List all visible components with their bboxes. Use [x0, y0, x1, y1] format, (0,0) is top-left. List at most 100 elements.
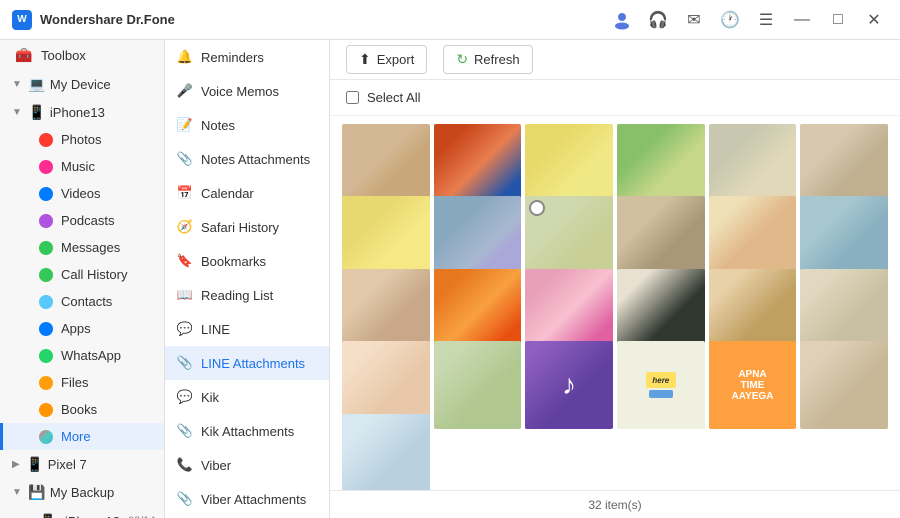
- viber-attachments-icon: 📎: [177, 491, 193, 507]
- calendar-icon: 📅: [177, 185, 193, 201]
- reading-list-icon: 📖: [177, 287, 193, 303]
- middle-label-reminders: Reminders: [201, 50, 264, 65]
- messages-dot: [39, 241, 53, 255]
- sidebar-item-music[interactable]: Music: [0, 153, 164, 180]
- sidebar-item-videos[interactable]: Videos: [0, 180, 164, 207]
- sidebar-label-my-backup: My Backup: [50, 485, 114, 500]
- middle-item-line[interactable]: 💬 LINE: [165, 312, 329, 346]
- call-history-dot: [39, 268, 53, 282]
- middle-item-calendar[interactable]: 📅 Calendar: [165, 176, 329, 210]
- content-toolbar: ⬆ Export ↻ Refresh: [330, 40, 900, 80]
- iphone13-backup-icon: 📱: [39, 512, 57, 518]
- menu-icon[interactable]: ☰: [752, 6, 780, 34]
- middle-item-safari-history[interactable]: 🧭 Safari History: [165, 210, 329, 244]
- middle-item-viber[interactable]: 📞 Viber: [165, 448, 329, 482]
- middle-item-bookmarks[interactable]: 🔖 Bookmarks: [165, 244, 329, 278]
- middle-item-reading-list[interactable]: 📖 Reading List: [165, 278, 329, 312]
- sidebar-item-call-history[interactable]: Call History: [0, 261, 164, 288]
- middle-panel: 🔔 Reminders 🎤 Voice Memos 📝 Notes 📎 Note…: [165, 40, 330, 518]
- whatsapp-dot: [39, 349, 53, 363]
- app-title: Wondershare Dr.Fone: [40, 12, 608, 27]
- line-attachments-icon: 📎: [177, 355, 193, 371]
- viber-icon: 📞: [177, 457, 193, 473]
- export-button[interactable]: ⬆ Export: [346, 45, 427, 74]
- middle-item-viber-attachments[interactable]: 📎 Viber Attachments: [165, 482, 329, 516]
- sidebar-item-toolbox[interactable]: 🧰 Toolbox: [0, 40, 164, 70]
- sidebar-item-my-backup[interactable]: ▼ 💾 My Backup: [0, 478, 164, 506]
- my-device-icon: 💻: [28, 75, 46, 93]
- sidebar-item-iphone13-backup[interactable]: 📱 iPhone13 03/14: [0, 506, 164, 518]
- sidebar-label-pixel7: Pixel 7: [48, 457, 87, 472]
- middle-item-line-attachments[interactable]: 📎 LINE Attachments: [165, 346, 329, 380]
- middle-item-notes[interactable]: 📝 Notes: [165, 108, 329, 142]
- middle-label-voice-memos: Voice Memos: [201, 84, 279, 99]
- export-icon: ⬆: [359, 51, 371, 68]
- bookmarks-icon: 🔖: [177, 253, 193, 269]
- sidebar-item-podcasts[interactable]: Podcasts: [0, 207, 164, 234]
- safari-history-icon: 🧭: [177, 219, 193, 235]
- apps-dot: [39, 322, 53, 336]
- headset-icon[interactable]: 🎧: [644, 6, 672, 34]
- mail-icon[interactable]: ✉: [680, 6, 708, 34]
- sidebar-item-my-device[interactable]: ▼ 💻 My Device: [0, 70, 164, 98]
- refresh-icon: ↻: [456, 51, 468, 68]
- sidebar-item-messages[interactable]: Messages: [0, 234, 164, 261]
- kik-icon: 💬: [177, 389, 193, 405]
- photo-item[interactable]: [342, 414, 430, 490]
- line-icon: 💬: [177, 321, 193, 337]
- middle-label-notes-attachments: Notes Attachments: [201, 152, 310, 167]
- main-area: 🧰 Toolbox ▼ 💻 My Device ▼ 📱 iPhone13 Pho…: [0, 40, 900, 518]
- sidebar-item-pixel7[interactable]: ▶ 📱 Pixel 7: [0, 450, 164, 478]
- close-button[interactable]: ✕: [860, 6, 888, 34]
- profile-icon[interactable]: [608, 6, 636, 34]
- sidebar-item-whatsapp[interactable]: WhatsApp: [0, 342, 164, 369]
- chevron-right-icon: ▶: [12, 459, 20, 470]
- sidebar-label-call-history: Call History: [61, 267, 127, 282]
- middle-item-voice-memos[interactable]: 🎤 Voice Memos: [165, 74, 329, 108]
- podcasts-dot: [39, 214, 53, 228]
- middle-label-kik-attachments: Kik Attachments: [201, 424, 294, 439]
- my-backup-icon: 💾: [28, 483, 46, 501]
- sidebar-item-contacts[interactable]: Contacts: [0, 288, 164, 315]
- middle-item-kik[interactable]: 💬 Kik: [165, 380, 329, 414]
- middle-label-kik: Kik: [201, 390, 219, 405]
- app-logo: W: [12, 10, 32, 30]
- sidebar-label-iphone13: iPhone13: [50, 105, 105, 120]
- maximize-button[interactable]: □: [824, 6, 852, 34]
- sidebar: 🧰 Toolbox ▼ 💻 My Device ▼ 📱 iPhone13 Pho…: [0, 40, 165, 518]
- middle-item-reminders[interactable]: 🔔 Reminders: [165, 40, 329, 74]
- files-dot: [39, 376, 53, 390]
- middle-label-notes: Notes: [201, 118, 235, 133]
- sidebar-item-apps[interactable]: Apps: [0, 315, 164, 342]
- sidebar-label-photos: Photos: [61, 132, 101, 147]
- photo-item[interactable]: [434, 341, 522, 429]
- kik-attachments-icon: 📎: [177, 423, 193, 439]
- middle-item-notes-attachments[interactable]: 📎 Notes Attachments: [165, 142, 329, 176]
- photo-item[interactable]: ♪: [525, 341, 613, 429]
- sidebar-item-photos[interactable]: Photos: [0, 126, 164, 153]
- refresh-button[interactable]: ↻ Refresh: [443, 45, 532, 74]
- photo-grid: ♪ here APNATIMEAAYEGA: [330, 116, 900, 490]
- middle-item-kik-attachments[interactable]: 📎 Kik Attachments: [165, 414, 329, 448]
- sidebar-label-podcasts: Podcasts: [61, 213, 114, 228]
- sidebar-item-more[interactable]: More: [0, 423, 164, 450]
- more-dot: [39, 430, 53, 444]
- select-all-label[interactable]: Select All: [346, 90, 420, 105]
- sidebar-item-iphone13[interactable]: ▼ 📱 iPhone13: [0, 98, 164, 126]
- chevron-down-icon3: ▼: [12, 487, 22, 498]
- minimize-button[interactable]: —: [788, 6, 816, 34]
- sidebar-item-books[interactable]: Books: [0, 396, 164, 423]
- photos-dot: [39, 133, 53, 147]
- select-all-row: Select All: [330, 80, 900, 116]
- history-icon[interactable]: 🕐: [716, 6, 744, 34]
- sidebar-item-files[interactable]: Files: [0, 369, 164, 396]
- select-all-checkbox[interactable]: [346, 91, 359, 104]
- photo-item[interactable]: here: [617, 341, 705, 429]
- photo-item[interactable]: [800, 341, 888, 429]
- sidebar-label-music: Music: [61, 159, 95, 174]
- middle-label-bookmarks: Bookmarks: [201, 254, 266, 269]
- photo-item[interactable]: APNATIMEAAYEGA: [709, 341, 797, 429]
- sidebar-label-files: Files: [61, 375, 88, 390]
- middle-label-line: LINE: [201, 322, 230, 337]
- titlebar-icons: 🎧 ✉ 🕐 ☰ — □ ✕: [608, 6, 888, 34]
